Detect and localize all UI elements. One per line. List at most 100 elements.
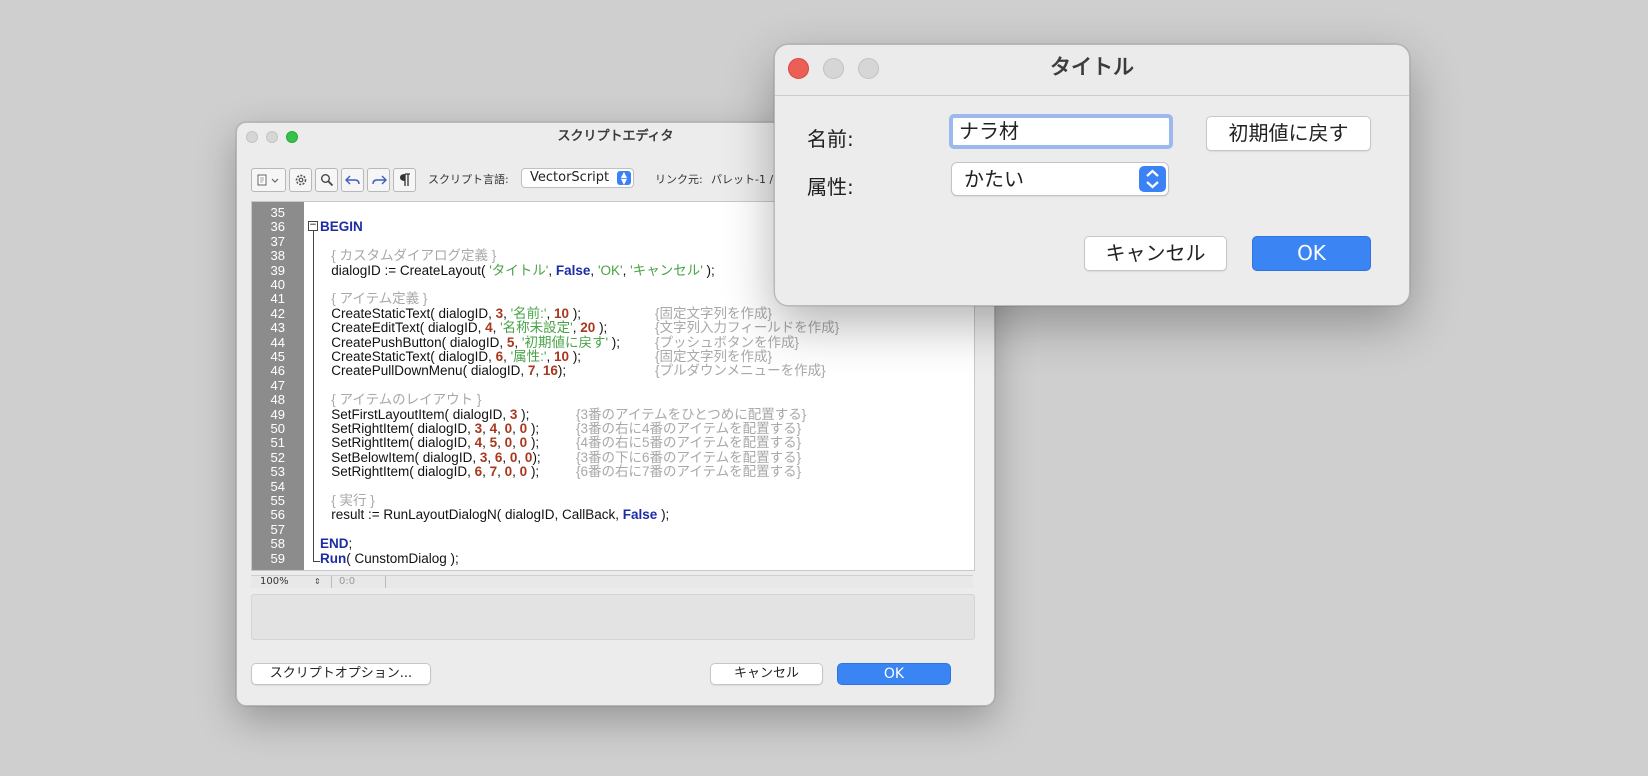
code-line: SetRightItem( dialogID, 6, 7, 0, 0 ); [320,464,540,480]
redo-icon [371,175,387,185]
gear-icon [295,174,306,186]
status-divider [331,576,332,588]
code-comment: {6番の右に7番のアイテムを配置する} [576,464,802,480]
code-token: { カスタムダイアログ定義 } [320,248,497,264]
cancel-button[interactable]: キャンセル [710,663,823,685]
line-number: 35 [270,205,285,220]
status-bar: 100% ⇕ 0:0 [251,575,973,588]
code-token: ); [595,320,608,336]
code-token: SetRightItem( dialogID, [320,421,475,436]
document-icon [257,174,278,186]
code-token: , [535,363,543,379]
line-number: 46 [270,363,285,379]
code-token: { 実行 } [320,493,375,508]
line-number: 43 [270,320,285,336]
redo-button[interactable] [367,168,390,192]
code-token: 10 [554,349,570,364]
code-comment: {3番のアイテムをひとつめに配置する} [576,406,807,422]
dialog-titlebar: タイトル [775,45,1409,96]
line-number: 55 [270,493,285,508]
code-token: 4 [485,320,493,336]
code-token: CreatePullDownMenu( dialogID, [320,363,528,379]
chevron-up-down-icon: ▲ ▼ [617,171,631,186]
code-token: 10 [554,305,570,321]
code-token: END [320,536,349,552]
code-comment: {文字列入力フィールドを作成} [655,320,840,336]
pilcrow-icon [399,173,410,186]
code-token: ; [348,536,353,552]
code-token: BEGIN [320,219,363,235]
code-token: result := RunLayoutDialogN( dialogID, Ca… [320,507,623,523]
code-comment: {4番の右に5番のアイテムを配置する} [576,435,802,451]
code-line: { カスタムダイアログ定義 } [320,248,497,264]
zoom-stepper-icon[interactable]: ⇕ [314,576,321,588]
name-label: 名前: [807,127,854,151]
code-token: , [482,421,490,436]
code-token: , [546,305,555,321]
line-number: 39 [270,262,285,278]
code-line: SetFirstLayoutItem( dialogID, 3 ); [320,407,529,422]
code-comment: {3番の右に4番のアイテムを配置する} [576,421,802,436]
code-token: , [622,262,631,278]
code-token: ); [532,449,541,465]
code-token: 7 [489,464,498,480]
code-comment: {プッシュボタンを作成} [655,334,800,350]
code-token: , [548,262,556,278]
document-menu-button[interactable] [251,168,286,192]
code-line: Run( CunstomDialog ); [320,550,459,566]
code-token: False [555,262,591,278]
line-number: 45 [270,349,285,364]
code-token: CreateStaticText( dialogID, [320,305,496,321]
ok-button[interactable]: OK [837,663,951,685]
code-token: ); [657,507,670,523]
code-token: False [622,507,658,523]
message-area [251,594,975,640]
line-number: 51 [270,435,285,451]
dialog-cancel-button[interactable]: キャンセル [1084,236,1227,271]
code-token: , [502,449,510,465]
code-token: ); [569,305,582,321]
code-comment: {プルダウンメニューを作成} [655,363,826,379]
code-token: SetBelowItem( dialogID, [320,449,480,465]
code-token: , [514,334,522,350]
code-token: CreateStaticText( dialogID, [320,349,496,364]
show-invisibles-button[interactable] [393,168,416,192]
code-token: 4 [489,421,498,436]
fold-toggle-icon[interactable]: − [308,221,318,231]
chevron-up-down-icon [1139,166,1166,192]
cursor-position: 0:0 [339,576,356,587]
zoom-level[interactable]: 100% [260,576,289,588]
code-token: ); [527,464,540,480]
language-select[interactable]: VectorScript ▲ ▼ [521,168,634,188]
code-line: SetBelowItem( dialogID, 3, 6, 0, 0); [320,449,541,465]
line-number: 40 [270,277,285,292]
code-token: ( CunstomDialog ); [346,550,459,566]
line-number: 47 [270,377,285,393]
dialog-ok-button[interactable]: OK [1252,236,1371,271]
code-line: BEGIN [320,220,363,234]
line-number-gutter: 35 36 37 38 39 40 41 42 43 44 45 46 47 48 49 50 51 52 53 54… [252,202,304,570]
code-token: SetRightItem( dialogID, [320,435,475,451]
code-token: , [497,464,505,480]
name-field[interactable]: ナラ材 [949,114,1173,149]
code-token: '名前:' [510,305,547,321]
code-token: , [487,449,495,465]
code-token: SetRightItem( dialogID, [320,464,475,480]
undo-button[interactable] [341,168,364,192]
code-token: '名称未設定' [500,320,573,336]
link-label: リンク元: [655,173,703,186]
attribute-select[interactable]: かたい [951,162,1169,196]
search-button[interactable] [315,168,338,192]
code-token: CreateEditText( dialogID, [320,320,486,336]
line-number: 50 [270,421,285,436]
settings-button[interactable] [289,168,312,192]
script-options-button[interactable]: スクリプトオプション... [251,663,431,685]
code-token: '属性:' [510,349,547,364]
code-token: ); [527,421,540,436]
code-token: dialogID := CreateLayout( [320,262,490,278]
code-token: 'OK' [597,262,623,278]
reset-button[interactable]: 初期値に戻す [1206,116,1371,151]
code-line: dialogID := CreateLayout( 'タイトル', False,… [320,262,715,278]
code-line: result := RunLayoutDialogN( dialogID, Ca… [320,508,669,522]
line-number: 49 [270,406,285,422]
